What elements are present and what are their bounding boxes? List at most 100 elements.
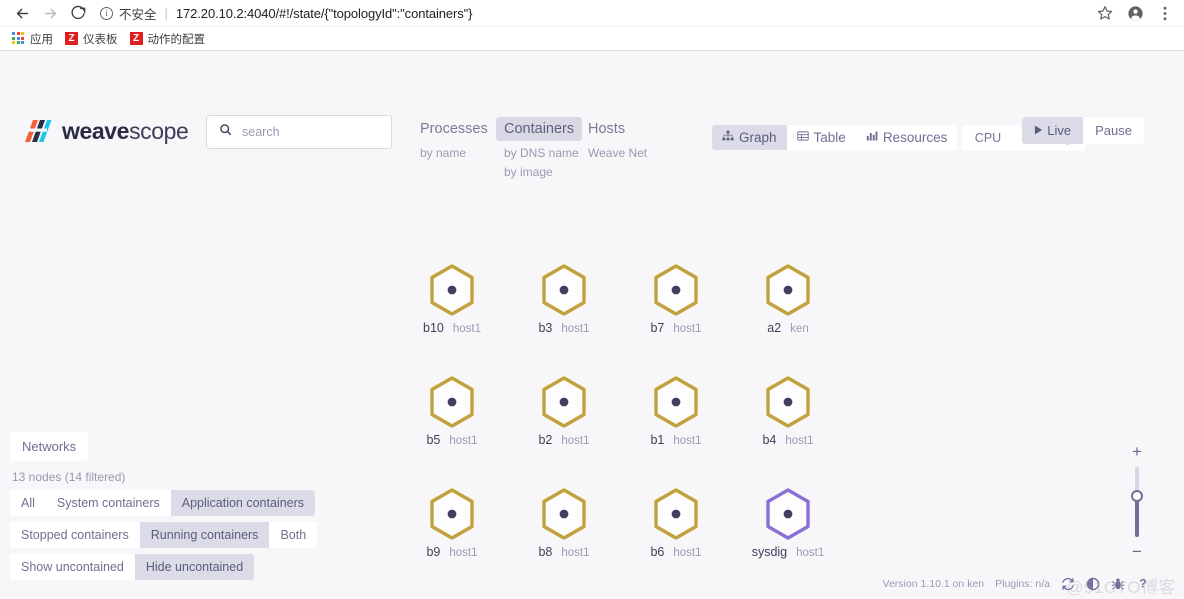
node-label-group: b10 host1 [404,321,500,335]
node-count-label: 13 nodes (14 filtered) [12,470,126,484]
graph-node[interactable]: b10 host1 [404,263,500,335]
node-hexagon [404,375,500,429]
graph-node[interactable]: b2 host1 [516,375,612,447]
node-hexagon [740,487,836,541]
zoom-control[interactable]: + − [1125,443,1149,560]
filter-application-containers[interactable]: Application containers [170,490,316,516]
graph-node[interactable]: b4 host1 [740,375,836,447]
node-sublabel: host1 [561,547,590,559]
node-label-group: b6 host1 [628,545,724,559]
filter-row-container-type: All System containers Application contai… [10,490,330,522]
topology-options-panel: Networks 13 nodes (14 filtered) All Syst… [10,432,330,586]
node-label-group: b7 host1 [628,321,724,335]
node-label-group: b3 host1 [516,321,612,335]
node-hexagon [628,375,724,429]
bookmark-action-config[interactable]: Z 动作的配置 [126,28,214,50]
bug-icon[interactable] [1111,577,1125,591]
graph-node[interactable]: b7 host1 [628,263,724,335]
node-label-group: b4 host1 [740,433,836,447]
node-sublabel: host1 [673,547,702,559]
node-label: b4 [762,433,777,447]
apps-grid-icon [12,32,25,45]
node-label: b3 [538,321,553,335]
zoom-out-button[interactable]: − [1125,543,1149,560]
node-label: b6 [650,545,665,559]
node-sublabel: host1 [452,323,481,335]
node-sublabel: host1 [673,323,702,335]
graph-node[interactable]: b6 host1 [628,487,724,559]
node-label: b2 [538,433,553,447]
node-sublabel: host1 [796,547,825,559]
bookmark-label: 应用 [30,33,53,46]
graph-node[interactable]: sysdig host1 [740,487,836,559]
filter-group-container-state: Stopped containers Running containers Bo… [10,522,318,548]
filter-all[interactable]: All [10,490,46,516]
graph-node[interactable]: b3 host1 [516,263,612,335]
plugins-label: Plugins: n/a [995,577,1050,590]
filter-system-containers[interactable]: System containers [45,490,171,516]
bookmark-apps[interactable]: 应用 [8,28,61,50]
node-sublabel: host1 [561,435,590,447]
node-label: b10 [423,321,444,335]
address-bar[interactable]: i 不安全 | 172.20.10.2:4040/#!/state/{"topo… [100,3,1091,23]
node-label-group: b1 host1 [628,433,724,447]
help-icon[interactable]: ? [1136,576,1150,591]
node-hexagon [628,487,724,541]
node-label: b9 [426,545,441,559]
filter-both[interactable]: Both [269,522,318,548]
node-label: sysdig [751,545,788,559]
node-hexagon [516,487,612,541]
filter-stopped-containers[interactable]: Stopped containers [10,522,140,548]
version-label: Version 1.10.1 on ken [882,577,985,590]
site-info-icon[interactable]: i [100,6,113,20]
node-sublabel: ken [790,323,809,335]
filter-row-container-state: Stopped containers Running containers Bo… [10,522,330,554]
node-label-group: sysdig host1 [740,545,836,559]
node-sublabel: host1 [449,547,478,559]
filter-show-uncontained[interactable]: Show uncontained [10,554,135,580]
node-sublabel: host1 [673,435,702,447]
bookmarks-bar: 应用 Z 仪表板 Z 动作的配置 [0,26,1184,50]
weave-scope-app: weavescope Processes by name Containers … [0,51,1184,599]
node-hexagon [516,375,612,429]
bookmark-label: 动作的配置 [147,33,206,46]
z-favicon: Z [65,32,78,45]
chrome-menu-icon[interactable] [1158,5,1172,22]
svg-text:?: ? [1139,577,1146,591]
browser-actions [1097,5,1176,22]
reload-button[interactable] [64,1,92,25]
security-label: 不安全 [119,7,157,22]
node-hexagon [740,375,836,429]
graph-node[interactable]: b9 host1 [404,487,500,559]
node-label: b7 [650,321,665,335]
filter-hide-uncontained[interactable]: Hide uncontained [134,554,255,580]
bookmark-star-icon[interactable] [1097,5,1113,21]
networks-button[interactable]: Networks [10,432,89,461]
node-label-group: b8 host1 [516,545,612,559]
node-label-group: a2 ken [740,321,836,335]
bookmark-label: 仪表板 [83,33,118,46]
node-sublabel: host1 [785,435,814,447]
zoom-slider-track[interactable] [1131,467,1143,537]
filter-running-containers[interactable]: Running containers [139,522,270,548]
contrast-icon[interactable] [1086,577,1100,591]
graph-node[interactable]: b1 host1 [628,375,724,447]
zoom-in-button[interactable]: + [1125,443,1149,460]
graph-node[interactable]: a2 ken [740,263,836,335]
status-bar: Version 1.10.1 on ken Plugins: n/a ? [883,576,1150,591]
node-sublabel: host1 [449,435,478,447]
forward-button[interactable] [36,1,64,25]
url-text: 172.20.10.2:4040/#!/state/{"topologyId":… [175,5,473,21]
back-button[interactable] [8,1,36,25]
profile-avatar-icon[interactable] [1127,5,1144,22]
node-hexagon [628,263,724,317]
zoom-slider-knob[interactable] [1131,490,1143,502]
node-label: b8 [538,545,553,559]
graph-node[interactable]: b5 host1 [404,375,500,447]
bookmark-dashboard[interactable]: Z 仪表板 [61,28,126,50]
graph-node[interactable]: b8 host1 [516,487,612,559]
browser-toolbar: i 不安全 | 172.20.10.2:4040/#!/state/{"topo… [0,0,1184,26]
sync-icon[interactable] [1061,577,1075,591]
filter-row-uncontained: Show uncontained Hide uncontained [10,554,330,586]
node-label: b1 [650,433,665,447]
